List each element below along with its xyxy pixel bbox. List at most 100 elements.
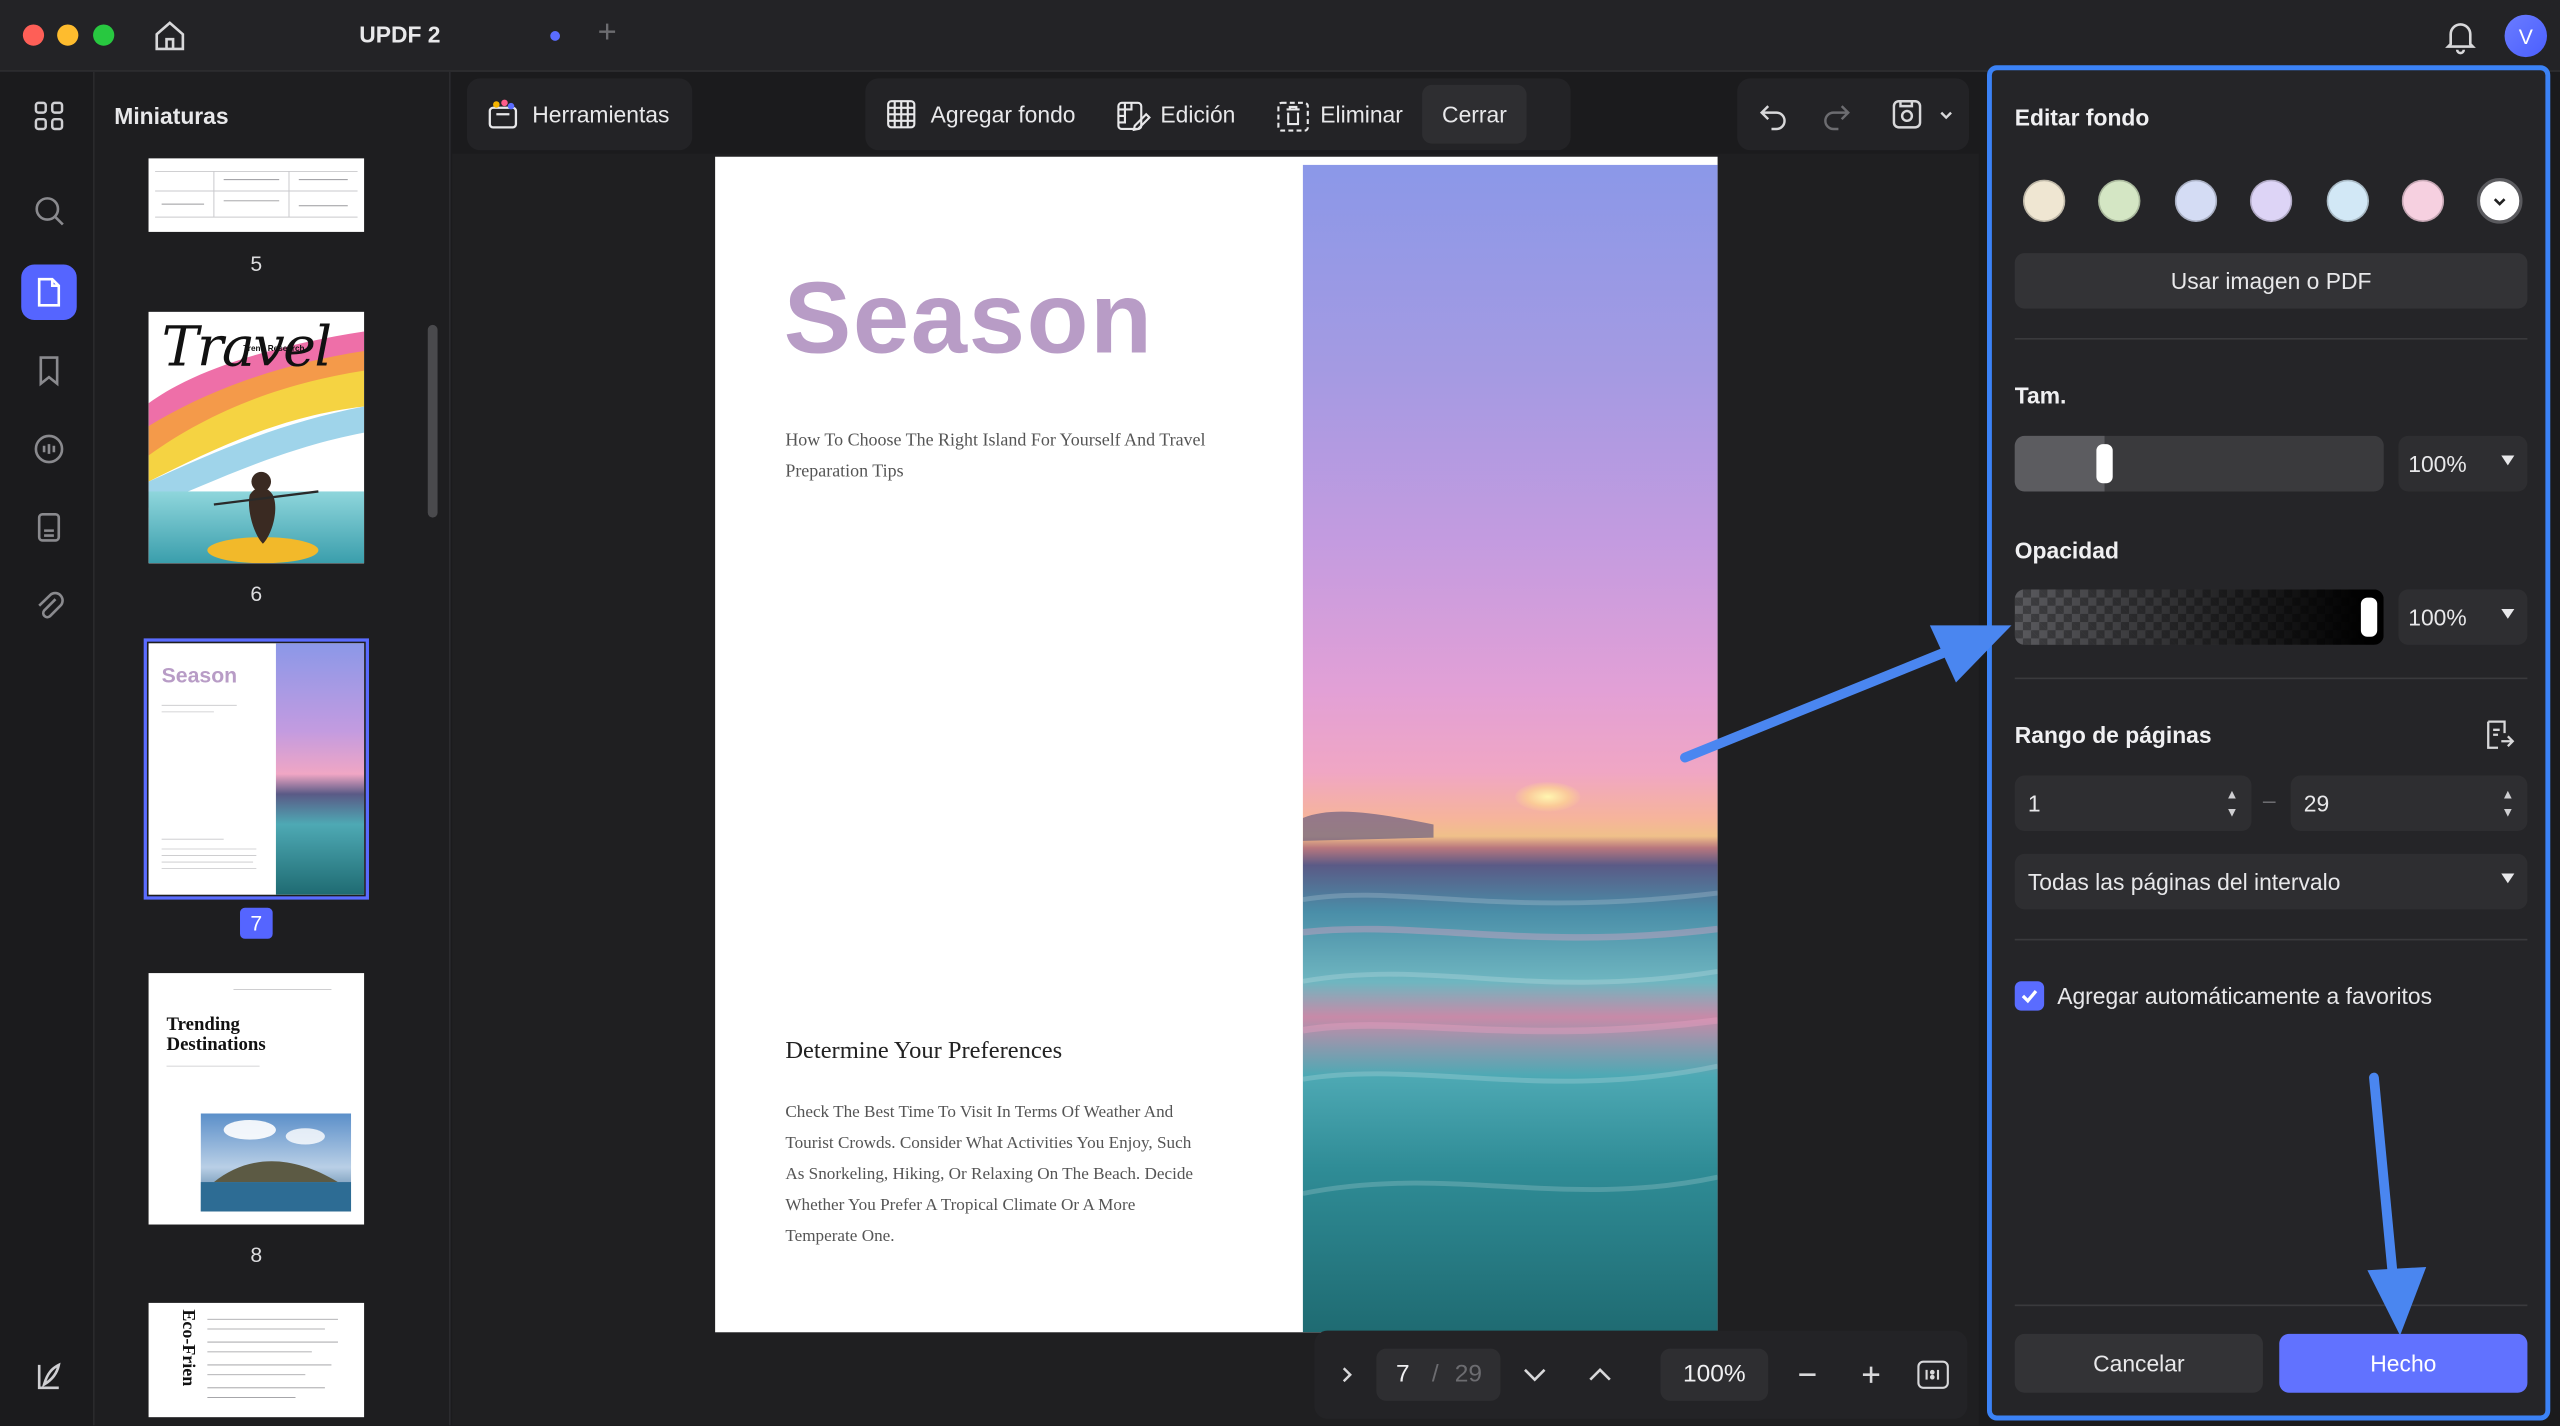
stepper-icon[interactable]: ▲ ▼ bbox=[2225, 785, 2238, 821]
thumbnail-photo bbox=[275, 643, 365, 895]
attachment-icon[interactable] bbox=[28, 585, 70, 627]
grid-view-icon[interactable] bbox=[28, 95, 70, 137]
document-heading: Determine Your Preferences bbox=[785, 1038, 1063, 1065]
edit-pattern-icon bbox=[1115, 98, 1151, 132]
thumbnail-page[interactable]: Eco-Frien bbox=[148, 1302, 365, 1418]
chevron-down-icon[interactable] bbox=[1936, 103, 1956, 132]
range-to-field[interactable]: 29 ▲ ▼ bbox=[2290, 775, 2528, 832]
tools-button[interactable]: Herramientas bbox=[467, 85, 689, 144]
size-slider[interactable] bbox=[2014, 435, 2384, 492]
thumbnails-title: Miniaturas bbox=[114, 102, 229, 129]
color-swatch[interactable] bbox=[2326, 179, 2370, 223]
color-swatch[interactable] bbox=[2174, 179, 2218, 223]
thumbnails-icon[interactable] bbox=[21, 264, 77, 321]
toolbox-icon bbox=[487, 98, 520, 131]
zoom-in-icon[interactable] bbox=[1858, 1362, 1884, 1396]
zoom-out-icon[interactable] bbox=[1794, 1362, 1820, 1396]
document-subtitle: How To Choose The Right Island For Yours… bbox=[785, 431, 1206, 482]
edit-background-button[interactable]: Edición bbox=[1095, 85, 1255, 144]
add-to-favorites-checkbox[interactable] bbox=[2014, 981, 2045, 1011]
range-mode-value: Todas las páginas del intervalo bbox=[2027, 868, 2341, 895]
opacity-label: Opacidad bbox=[2014, 537, 2119, 564]
redo-icon[interactable] bbox=[1820, 98, 1853, 139]
bell-icon[interactable] bbox=[2441, 16, 2480, 55]
divider bbox=[2014, 938, 2528, 941]
checkmark-icon bbox=[2021, 990, 2038, 1004]
delete-background-button[interactable]: Eliminar bbox=[1255, 85, 1422, 144]
caret-down-icon bbox=[2501, 873, 2515, 884]
page-separator: / bbox=[1431, 1360, 1439, 1388]
color-swatch[interactable] bbox=[2249, 179, 2293, 223]
page-number-field[interactable]: 7 / 29 bbox=[1376, 1348, 1501, 1401]
thumbnail-page-selected[interactable]: Season bbox=[143, 638, 369, 900]
avatar[interactable]: V bbox=[2504, 14, 2548, 58]
color-swatch[interactable] bbox=[2401, 179, 2445, 223]
opacity-slider-handle[interactable] bbox=[2360, 597, 2378, 637]
opacity-slider[interactable] bbox=[2014, 589, 2384, 645]
tools-group: Herramientas bbox=[466, 78, 693, 151]
add-background-label: Agregar fondo bbox=[930, 101, 1076, 128]
color-swatch[interactable] bbox=[2022, 179, 2066, 223]
add-to-favorites-label: Agregar automáticamente a favoritos bbox=[2057, 982, 2433, 1010]
opacity-select[interactable]: 100% bbox=[2398, 589, 2528, 645]
range-to-value: 29 bbox=[2303, 790, 2330, 817]
close-window-button[interactable] bbox=[22, 24, 45, 46]
thumbnail-art-subtitle: Trend Research bbox=[243, 344, 305, 355]
color-swatch[interactable] bbox=[2098, 179, 2141, 223]
range-from-value: 1 bbox=[2027, 790, 2041, 817]
add-background-button[interactable]: Agregar fondo bbox=[865, 85, 1095, 144]
document-page[interactable]: Season How To Choose The Right Island Fo… bbox=[715, 156, 1718, 1333]
cancel-button[interactable]: Cancelar bbox=[2014, 1333, 2263, 1393]
thumbnail-page[interactable]: Trending Destinations bbox=[148, 973, 365, 1225]
search-icon[interactable] bbox=[28, 189, 70, 231]
background-edit-toolbar: Agregar fondo Edición Eliminar Cerrar bbox=[865, 78, 1571, 151]
size-slider-handle[interactable] bbox=[2095, 444, 2113, 484]
size-value: 100% bbox=[2408, 450, 2467, 477]
page-range-label: Rango de páginas bbox=[2014, 721, 2212, 748]
save-icon[interactable] bbox=[1891, 98, 1924, 139]
undo-icon[interactable] bbox=[1757, 98, 1790, 139]
minimize-window-button[interactable] bbox=[57, 24, 79, 46]
zoom-field[interactable]: 100% bbox=[1660, 1348, 1769, 1401]
edit-label: Edición bbox=[1160, 101, 1236, 128]
actual-size-icon[interactable] bbox=[1915, 1358, 1951, 1399]
sunset-sea-photo bbox=[1302, 164, 1718, 1333]
range-mode-select[interactable]: Todas las páginas del intervalo bbox=[2014, 853, 2528, 910]
previous-page-icon[interactable] bbox=[1585, 1362, 1614, 1396]
thumbnails-scrollbar[interactable] bbox=[427, 324, 438, 518]
thumbnail-page[interactable] bbox=[148, 158, 365, 232]
range-from-field[interactable]: 1 ▲ ▼ bbox=[2014, 775, 2252, 832]
thumbnail-page-number: 6 bbox=[250, 581, 263, 606]
document-tab-title[interactable]: UPDF 2 bbox=[359, 21, 440, 47]
comment-icon[interactable] bbox=[28, 428, 70, 470]
range-dash: – bbox=[2262, 786, 2276, 814]
new-tab-button[interactable]: + bbox=[598, 15, 617, 53]
done-button[interactable]: Hecho bbox=[2279, 1333, 2528, 1393]
page-navigation-bar: 7 / 29 100% bbox=[1314, 1330, 1968, 1419]
home-icon[interactable] bbox=[150, 16, 189, 55]
edit-background-panel: Editar fondo Usar imagen o PDF Tam. 100%… bbox=[1986, 65, 2551, 1421]
delete-label: Eliminar bbox=[1320, 101, 1403, 128]
stepper-icon[interactable]: ▲ ▼ bbox=[2501, 785, 2514, 821]
thumbnail-page-number: 8 bbox=[250, 1242, 263, 1267]
tools-label: Herramientas bbox=[532, 101, 670, 128]
total-pages: 29 bbox=[1454, 1360, 1482, 1388]
use-image-or-pdf-button[interactable]: Usar imagen o PDF bbox=[2014, 253, 2528, 309]
caret-down-icon bbox=[2501, 608, 2515, 619]
panel-title: Editar fondo bbox=[2014, 104, 2150, 131]
bookmark-icon[interactable] bbox=[28, 349, 70, 391]
thumbnail-page-number: 5 bbox=[250, 251, 263, 276]
title-bar: UPDF 2 + V bbox=[0, 0, 2560, 72]
size-select[interactable]: 100% bbox=[2398, 435, 2528, 492]
pages-icon[interactable] bbox=[28, 506, 70, 548]
chevron-right-icon[interactable] bbox=[1334, 1362, 1360, 1396]
close-button[interactable]: Cerrar bbox=[1422, 84, 1527, 144]
next-page-icon[interactable] bbox=[1520, 1362, 1549, 1396]
page-range-settings-icon[interactable] bbox=[2480, 717, 2516, 761]
maximize-window-button[interactable] bbox=[93, 24, 115, 46]
background-pattern-icon bbox=[885, 98, 918, 131]
more-colors-button[interactable] bbox=[2476, 177, 2523, 224]
left-tool-rail bbox=[0, 71, 95, 1426]
thumbnail-page[interactable]: Travel Trend Research bbox=[148, 311, 365, 564]
layers-icon[interactable] bbox=[28, 1355, 70, 1397]
